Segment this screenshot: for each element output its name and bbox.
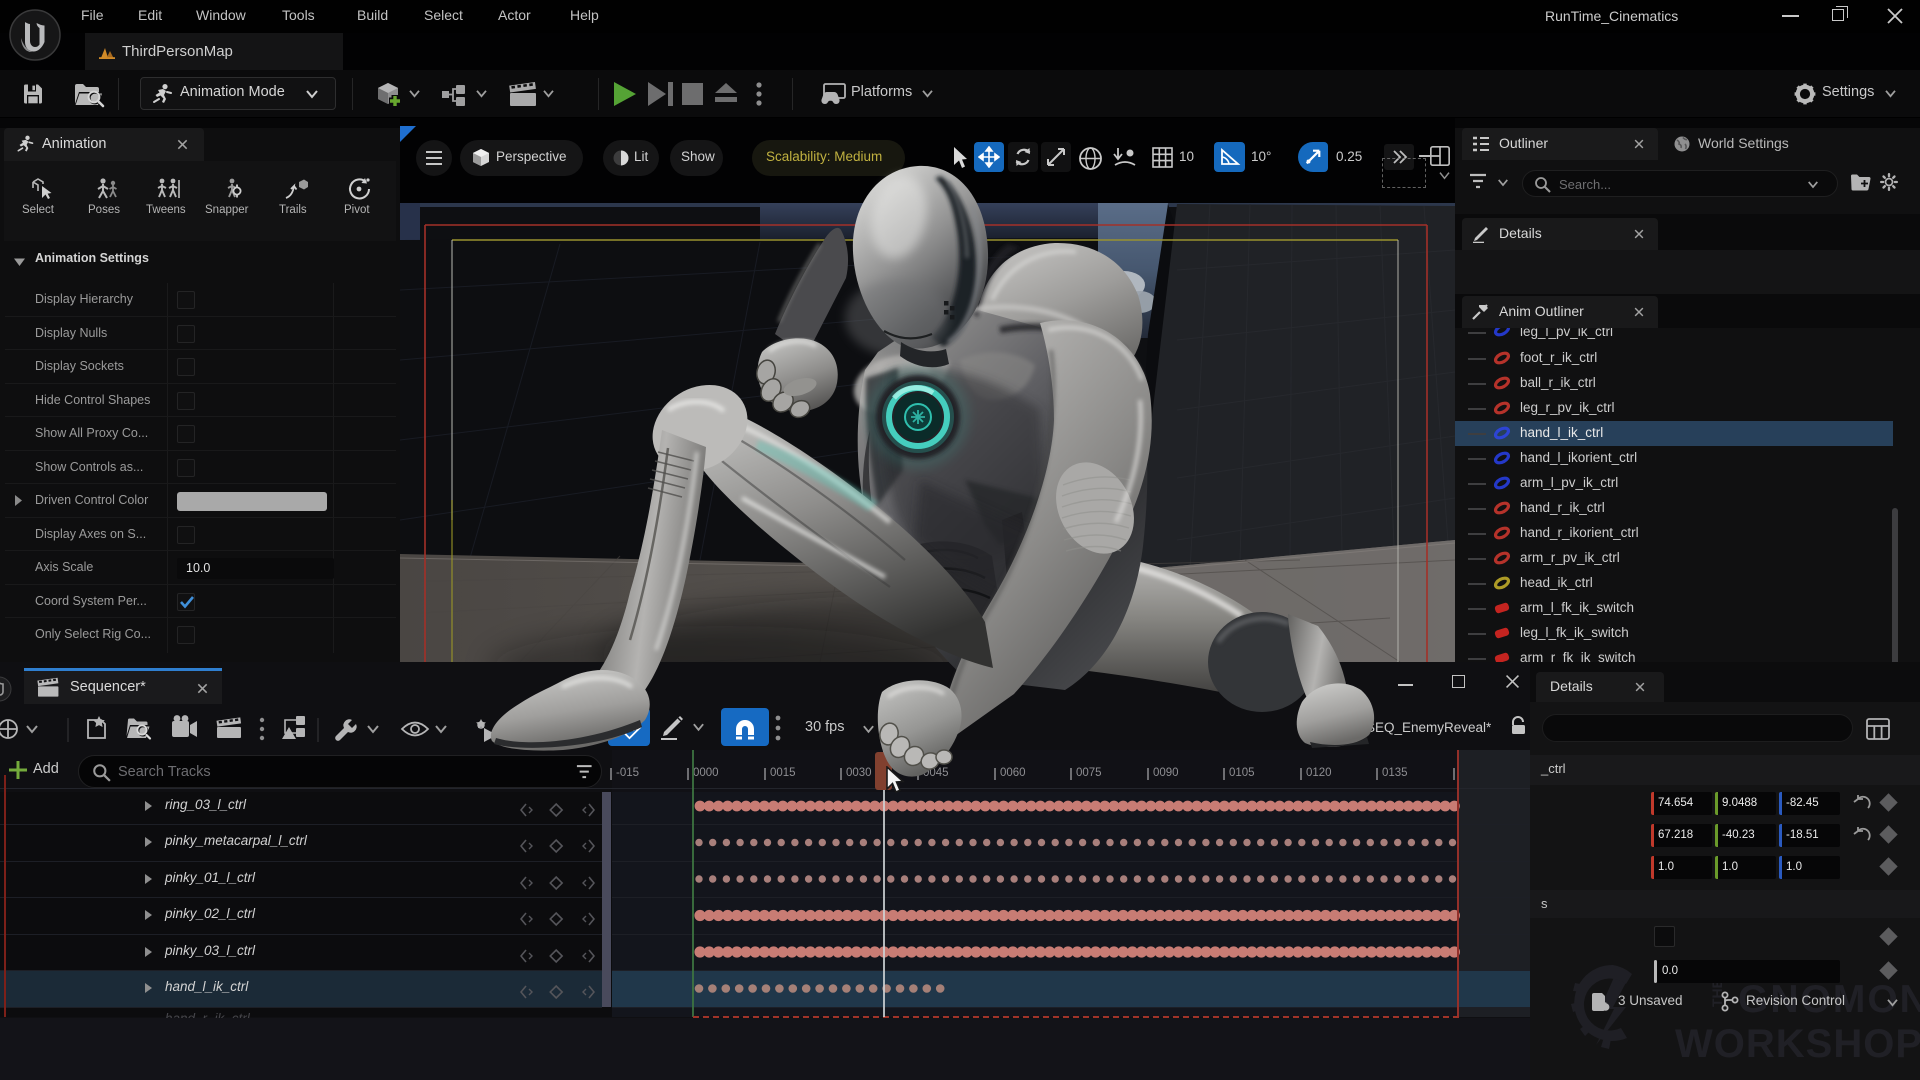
svg-text:WORKSHOP: WORKSHOP [1675, 1022, 1920, 1066]
